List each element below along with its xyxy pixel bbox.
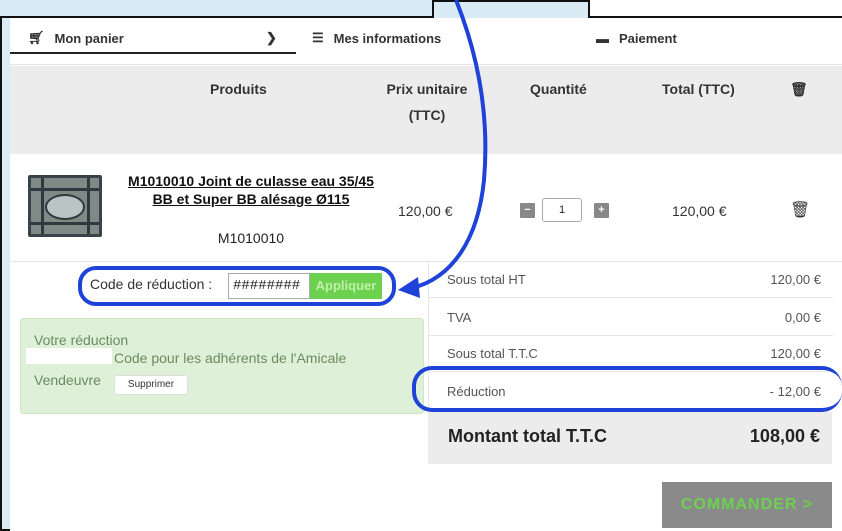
- annotation-arrow: [398, 0, 488, 298]
